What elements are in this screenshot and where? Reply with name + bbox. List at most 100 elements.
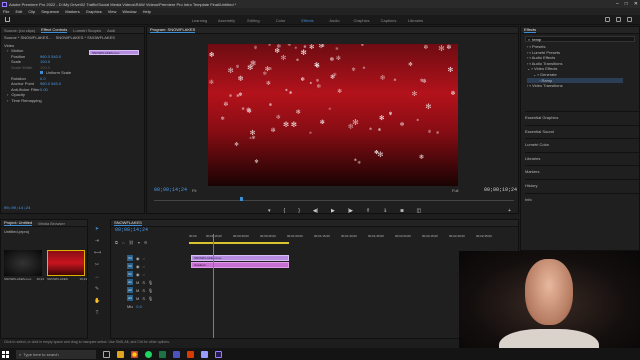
workspace-effects[interactable]: Effects [294,18,321,23]
section-essential-graphics[interactable]: Essential Graphics [525,111,639,125]
ripple-edit-tool-icon[interactable]: ⟷ [94,250,101,256]
menu-file[interactable]: File [3,9,9,14]
linked-selection-icon[interactable]: ⛓ [129,240,134,245]
track-header-v1[interactable]: V1 ◉ ◌ [111,270,189,278]
tab-project[interactable]: Project: Untitled [4,220,33,226]
uniform-scale-checkbox[interactable] [40,71,43,75]
section-libraries[interactable]: Libraries [525,151,639,166]
timeline-playhead[interactable] [213,234,214,338]
hand-tool-icon[interactable]: ✋ [94,298,100,304]
menu-sequence[interactable]: Sequence [41,9,59,14]
play-icon[interactable]: ▶ [331,208,335,214]
work-area-bar[interactable] [189,242,289,244]
tab-timeline-sequence[interactable]: SNOWFLAKES [114,220,142,226]
after-effects-icon[interactable] [201,350,208,358]
step-forward-icon[interactable]: |▶ [348,208,353,214]
workspace-audio[interactable]: Audio [321,18,348,23]
section-lumetri-color[interactable]: Lumetri Color [525,138,639,152]
section-markers[interactable]: Markers [525,165,639,179]
effects-search-field[interactable]: ⌕ temp [525,36,635,42]
section-essential-sound[interactable]: Essential Sound [525,124,639,139]
quick-export-icon[interactable] [605,17,610,22]
project-thumb-snowflakes-mov[interactable] [4,250,42,276]
step-back-icon[interactable]: ◀| [313,208,318,214]
close-button[interactable]: ✕ [634,1,638,7]
section-info[interactable]: Info [525,192,639,207]
workspace-assembly[interactable]: Assembly [213,18,240,23]
insert-sequence-icon[interactable]: ⧉ [115,240,118,245]
add-button-icon[interactable]: + [508,208,511,214]
workspace-color[interactable]: Color [267,18,294,23]
tab-effect-controls[interactable]: Effect Controls [41,27,68,33]
add-marker-icon[interactable]: ▾ [268,208,271,214]
timeline-ruler[interactable]: 00;00 00;00;15;00 00;00;30;00 00;00;45;0… [189,234,517,242]
menu-graphics[interactable]: Graphics [86,9,102,14]
video-frame[interactable]: ✻ ❄ ✻ ✻ ✻ ✻ ❄ ✻ ✻ ❄ ❄ ✻ ❄ ❄ ❄ ❄ ❄ ✻ ✻ ❄ ✻ ✻ ✻ ✻ ✻ ✻ ✻ ✻ ✻ ❄ ✻ ❄ ❄ ✻ ❄ ❄ ✻ ✻ ❄ ❄… [208,44,458,186]
track-select-tool-icon[interactable]: ⇥ [94,238,100,244]
program-timecode[interactable]: 00;00;14;24 [154,187,187,193]
timeline-settings-icon[interactable]: ⚙ [144,240,148,245]
track-header-a3[interactable]: A3 M S 🎙 [111,294,189,302]
pen-tool-icon[interactable]: ✎ [94,286,100,292]
menu-window[interactable]: Window [122,9,136,14]
quality-dropdown[interactable]: Full [452,188,458,193]
extract-icon[interactable]: ⇓ [383,208,387,214]
powerpoint-icon[interactable] [187,350,194,358]
timeline-clip-gradient[interactable]: Gradient [191,262,289,268]
tree-video-transitions[interactable]: › ▪ Video Transitions [527,83,639,89]
source-line[interactable]: Source * SNOWFLAKES... [4,35,52,40]
maximize-button[interactable]: □ [625,1,628,7]
menu-help[interactable]: Help [143,9,151,14]
teams-icon[interactable] [173,350,180,358]
tab-media-browser[interactable]: Media Browser [38,221,65,226]
taskbar-search[interactable]: ⌕ Type here to search [16,349,96,359]
program-scrub-bar[interactable] [154,200,514,201]
track-header-mix[interactable]: Mix 0.0 [111,302,189,310]
windows-start-icon[interactable] [2,350,9,358]
snap-icon[interactable]: ∩ [122,240,125,245]
workspaces-icon[interactable] [616,17,621,22]
timeline-timecode[interactable]: 00;00;14;24 [111,227,518,233]
track-header-a2[interactable]: A2 M S 🎙 [111,286,189,294]
menu-edit[interactable]: Edit [15,9,22,14]
spotify-icon[interactable] [145,350,152,358]
excel-icon[interactable] [159,350,166,358]
program-playhead[interactable] [240,197,243,201]
premiere-taskbar-icon[interactable] [215,350,222,358]
tab-program[interactable]: Program: SNOWFLAKES [150,27,196,33]
sequence-line[interactable]: SNOWFLAKES * SNOWFLAKES [56,35,115,40]
razor-tool-icon[interactable]: ✂ [94,262,100,268]
workspace-libraries[interactable]: Libraries [402,18,429,23]
project-thumb-snowflakes-seq[interactable] [47,250,85,276]
file-explorer-icon[interactable] [117,350,124,358]
add-marker-timeline-icon[interactable]: ▾ [138,240,140,245]
chrome-icon[interactable] [131,350,138,358]
track-header-a1[interactable]: A1 M S 🎙 [111,278,189,286]
tab-source[interactable]: Source: (no clips) [4,28,35,33]
mark-in-icon[interactable]: { [284,208,286,214]
workspace-graphics[interactable]: Graphics [348,18,375,23]
workspace-learning[interactable]: Learning [186,18,213,23]
ec-row-time-remapping[interactable]: › Time Remapping [1,98,87,104]
lift-icon[interactable]: ⇑ [366,208,370,214]
track-header-v2[interactable]: V2 ◉ ◌ [111,262,189,270]
fit-dropdown[interactable]: Fit [192,188,196,193]
timeline-clip-video[interactable]: SNOWFLAKES.mov [191,255,289,261]
task-view-icon[interactable] [103,350,110,358]
slip-tool-icon[interactable]: ↔ [94,274,100,280]
menu-view[interactable]: View [108,9,117,14]
ec-timecode[interactable]: 00;00;14;24 [4,207,30,211]
mark-out-icon[interactable]: } [298,208,300,214]
minimize-button[interactable]: – [616,1,619,7]
menu-clip[interactable]: Clip [28,9,35,14]
track-header-v3[interactable]: V3 ◉ ◌ [111,254,189,262]
tab-audio[interactable]: Audi [107,28,115,33]
menu-markers[interactable]: Markers [65,9,79,14]
tab-lumetri-scopes[interactable]: Lumetri Scopes [73,28,101,33]
workspace-captions[interactable]: Captions [375,18,402,23]
section-history[interactable]: History [525,178,639,193]
type-tool-icon[interactable]: T [94,310,100,316]
workspace-editing[interactable]: Editing [240,18,267,23]
export-frame-icon[interactable]: ◙ [400,208,403,214]
effects-search-input[interactable]: temp [532,37,541,42]
